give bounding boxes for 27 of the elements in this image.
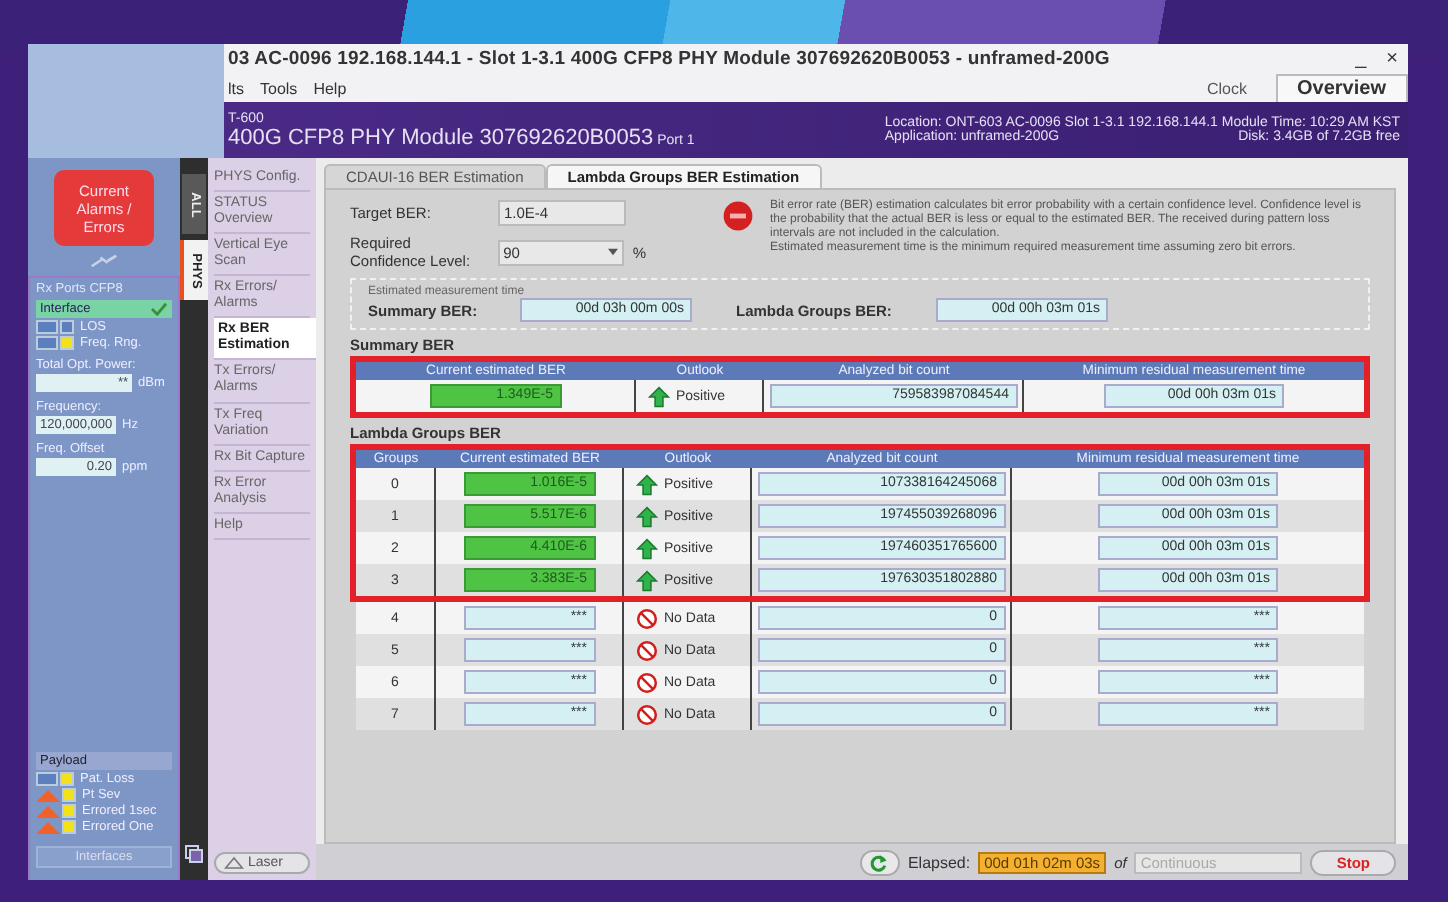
no-data-icon xyxy=(636,607,658,629)
refresh-button[interactable] xyxy=(859,849,900,875)
up-arrow-icon xyxy=(636,505,658,527)
warning-icon xyxy=(224,856,244,870)
window-title: 03 AC-0096 192.168.144.1 - Slot 1-3.1 400G CFP8 PHY Module 307692620B0053 - unframed-200G xyxy=(228,48,1112,70)
no-data-icon xyxy=(636,671,658,693)
checkmark-icon xyxy=(150,302,168,316)
no-data-icon xyxy=(636,639,658,661)
caret-icon xyxy=(608,248,619,256)
menu-item[interactable]: Help xyxy=(313,79,347,97)
up-arrow-icon xyxy=(636,473,658,495)
elapsed-label: Elapsed: xyxy=(907,853,971,871)
pages-icon[interactable] xyxy=(184,844,204,864)
minimize-button[interactable]: _ xyxy=(1345,48,1377,70)
up-arrow-icon xyxy=(636,537,658,559)
menu-item[interactable]: lts xyxy=(228,79,244,97)
menu-item[interactable]: Tools xyxy=(260,79,298,97)
info-icon xyxy=(722,200,754,232)
up-arrow-icon xyxy=(648,385,670,407)
up-arrow-icon xyxy=(636,569,658,591)
overview-button[interactable]: Overview xyxy=(1275,73,1408,103)
module-name: 400G CFP8 PHY Module 307692620B0053 xyxy=(228,125,654,149)
close-button[interactable]: × xyxy=(1376,48,1408,70)
refresh-icon xyxy=(870,853,889,871)
clock-button[interactable]: Clock xyxy=(1195,77,1260,99)
no-data-icon xyxy=(636,703,658,725)
plug-icon xyxy=(90,254,118,268)
